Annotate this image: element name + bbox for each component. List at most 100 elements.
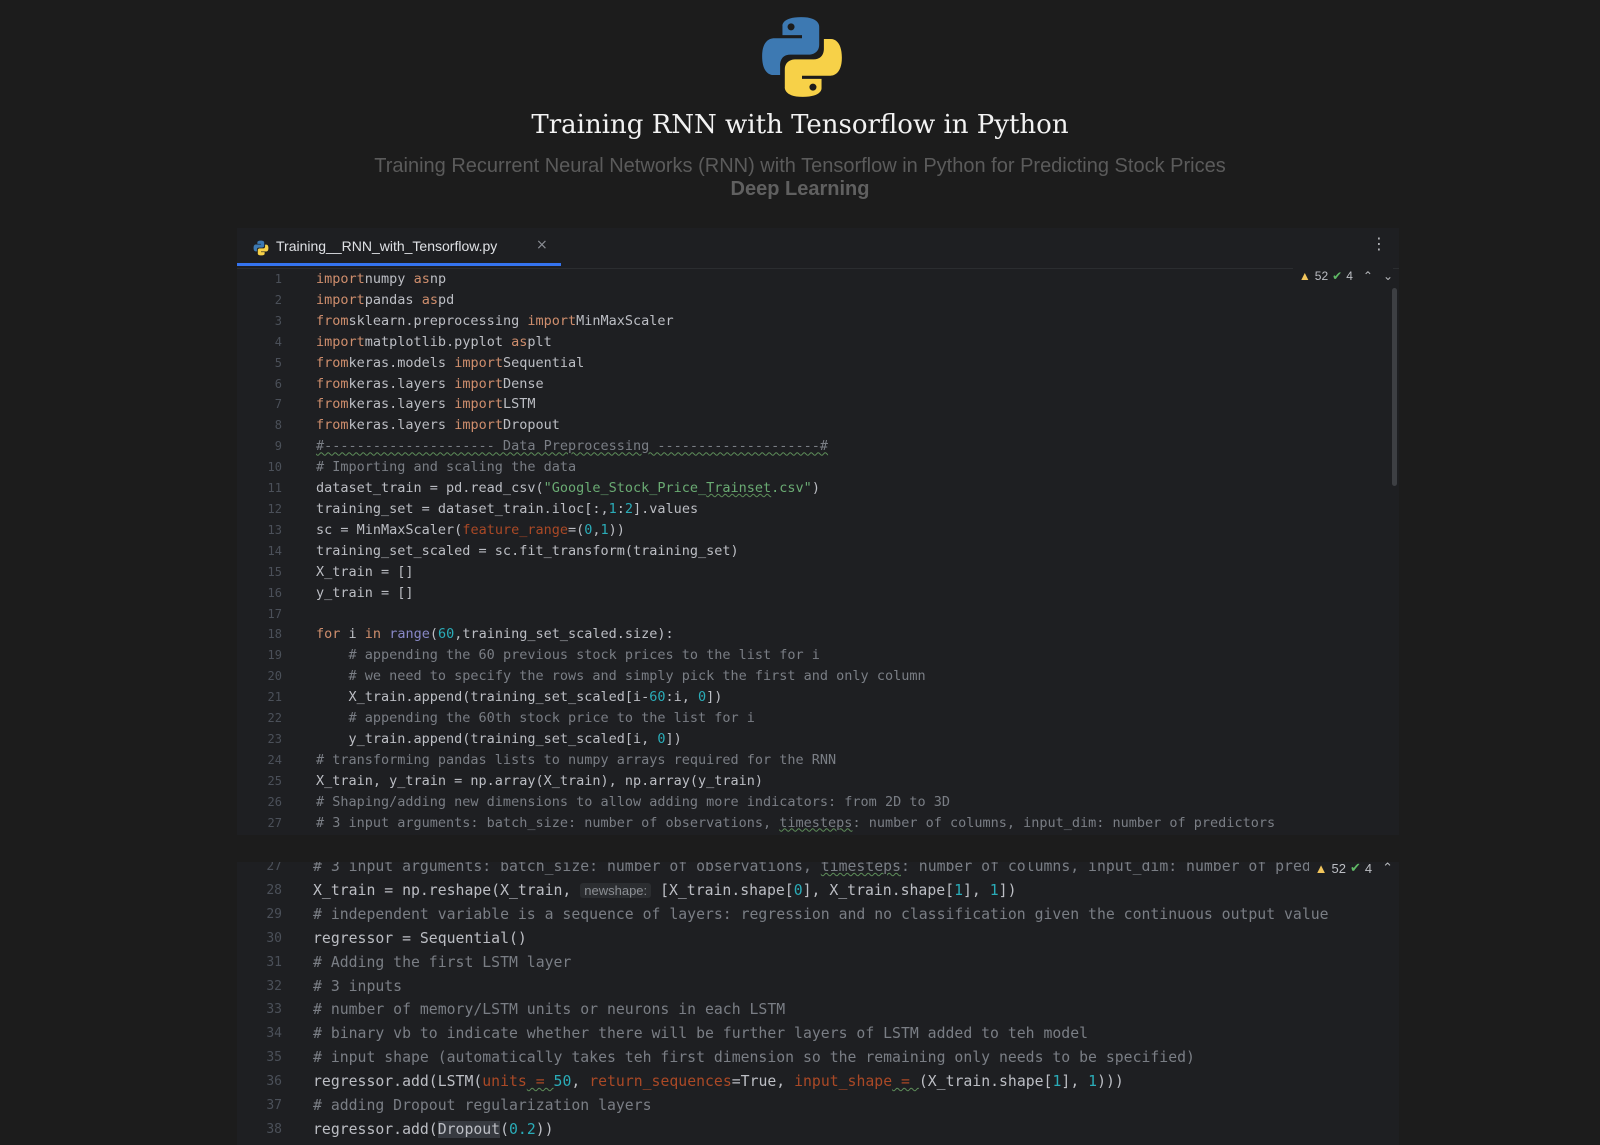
code-line[interactable]: importnumpy asnp xyxy=(316,269,1376,290)
close-icon[interactable]: × xyxy=(536,237,548,253)
code-token: 0.2 xyxy=(509,1120,536,1138)
code-line[interactable]: # independent variable is a sequence of … xyxy=(313,903,1353,927)
line-number: 3 xyxy=(274,313,282,328)
inspection-widget[interactable]: ▲ 52 ✔ 4 ⌃ ⌄ xyxy=(1292,266,1393,286)
code-token: X_train.append(training_set_scaled[i- xyxy=(316,689,650,706)
code-line[interactable]: # Adding the first LSTM layer xyxy=(313,951,1353,975)
line-number: 12 xyxy=(267,501,282,516)
code-line[interactable]: # 3 input arguments: batch_size: number … xyxy=(316,813,1376,834)
code-token: ]) xyxy=(665,730,682,747)
code-line[interactable]: # Shaping/adding new dimensions to allow… xyxy=(316,792,1376,813)
editor-tab-bar: Training__RNN_with_Tensorflow.py × ⋮ xyxy=(237,228,1399,269)
code-line[interactable]: X_train.append(training_set_scaled[i-60:… xyxy=(316,687,1376,708)
code-token: Sequential xyxy=(502,354,585,371)
code-token: , xyxy=(600,500,609,517)
line-number: 32 xyxy=(266,978,282,994)
code-area[interactable]: # 3 input arguments: batch_size: number … xyxy=(313,862,1353,1142)
code-line[interactable]: # we need to specify the rows and simply… xyxy=(316,666,1376,687)
line-number: 27 xyxy=(266,862,282,874)
inspection-widget[interactable]: ▲ 52 ✔ 4 ⌃ xyxy=(1308,862,1393,880)
code-line[interactable]: # appending the 60th stock price to the … xyxy=(316,708,1376,729)
code-token: import xyxy=(454,375,503,392)
code-line[interactable]: importpandas aspd xyxy=(316,290,1376,311)
code-token: matplotlib.pyplot xyxy=(364,333,512,350)
more-options-icon[interactable]: ⋮ xyxy=(1371,236,1387,252)
code-line[interactable]: training_set = dataset_train.iloc[:,1:2]… xyxy=(316,499,1376,520)
vertical-scrollbar[interactable] xyxy=(1392,288,1397,486)
code-line[interactable]: fromkeras.models importSequential xyxy=(316,353,1376,374)
code-token: from xyxy=(316,354,349,371)
code-token: X_train = [] xyxy=(316,563,414,580)
code-line[interactable]: X_train, y_train = np.array(X_train), np… xyxy=(316,771,1376,792)
code-line[interactable]: fromkeras.layers importDropout xyxy=(316,415,1376,436)
code-line[interactable]: regressor.add(Dropout(0.2)) xyxy=(313,1118,1353,1142)
code-token: ], xyxy=(963,881,990,899)
chevron-up-icon[interactable]: ⌃ xyxy=(1382,862,1393,876)
warning-count: 52 xyxy=(1314,269,1329,283)
line-number: 25 xyxy=(267,773,282,788)
code-line[interactable]: fromkeras.layers importDense xyxy=(316,374,1376,395)
code-token: :i, xyxy=(665,689,699,706)
code-line[interactable]: # appending the 60 previous stock prices… xyxy=(316,645,1376,666)
code-editor-panel-2: 27 28 29 30 31 32 33 34 35 36 37 38 # 3 input argum… xyxy=(237,862,1399,1145)
code-line[interactable]: y_train.append(training_set_scaled[i, 0]… xyxy=(316,729,1376,750)
code-line[interactable]: # input shape (automatically takes teh f… xyxy=(313,1046,1353,1070)
code-token: import xyxy=(316,291,365,308)
warning-count: 52 xyxy=(1331,862,1346,876)
code-line[interactable]: fromsklearn.preprocessing importMinMaxSc… xyxy=(316,311,1376,332)
line-number: 30 xyxy=(266,930,282,946)
code-line[interactable]: dataset_train = pd.read_csv("Google_Stoc… xyxy=(316,478,1376,499)
tab-training-rnn-file[interactable]: Training__RNN_with_Tensorflow.py × xyxy=(237,228,561,266)
code-token: pandas xyxy=(364,291,422,308)
code-line[interactable]: # number of memory/LSTM units or neurons… xyxy=(313,998,1353,1022)
line-number: 16 xyxy=(267,585,282,600)
code-line[interactable]: # binary vb to indicate whether there wi… xyxy=(313,1022,1353,1046)
code-token: 1 xyxy=(989,881,999,899)
code-token: sklearn.preprocessing xyxy=(348,312,528,329)
line-number: 22 xyxy=(267,711,282,726)
page-header: Training RNN with Tensorflow in Python T… xyxy=(0,0,1600,220)
code-token: # appending the 60 previous stock prices… xyxy=(348,647,820,664)
code-token: sc = MinMaxScaler( xyxy=(316,521,463,538)
code-line[interactable]: # adding Dropout regularization layers xyxy=(313,1094,1353,1118)
code-line[interactable]: sc = MinMaxScaler(feature_range=(0,1)) xyxy=(316,520,1376,541)
code-token: dataset_train = pd.read_csv( xyxy=(316,480,544,497)
line-number: 15 xyxy=(267,564,282,579)
code-token: timesteps xyxy=(779,814,853,831)
code-line[interactable]: regressor.add(LSTM(units = 50, return_se… xyxy=(313,1070,1353,1094)
code-line[interactable]: fromkeras.layers importLSTM xyxy=(316,394,1376,415)
code-token: import xyxy=(454,396,503,413)
code-line[interactable]: training_set_scaled = sc.fit_transform(t… xyxy=(316,541,1376,562)
code-line[interactable]: importmatplotlib.pyplot asplt xyxy=(316,332,1376,353)
code-token: 1 xyxy=(608,500,617,517)
code-token: import xyxy=(316,271,365,287)
code-line[interactable]: y_train = [] xyxy=(316,583,1376,604)
python-file-icon xyxy=(253,240,269,256)
code-token: range xyxy=(389,626,430,643)
chevron-up-icon[interactable]: ⌃ xyxy=(1363,269,1373,283)
line-number: 26 xyxy=(267,794,282,809)
code-line[interactable]: regressor = Sequential() xyxy=(313,927,1353,951)
line-number: 7 xyxy=(274,397,282,412)
code-token: for xyxy=(316,626,341,643)
code-token: Dropout xyxy=(502,417,560,434)
code-line[interactable]: for i in range(60,training_set_scaled.si… xyxy=(316,624,1376,645)
code-line[interactable]: # 3 inputs xyxy=(313,975,1353,999)
code-line[interactable] xyxy=(316,604,1376,625)
code-token: # independent variable is a sequence of … xyxy=(313,905,1329,923)
code-line[interactable]: X_train = [] xyxy=(316,562,1376,583)
code-line[interactable]: # Importing and scaling the data xyxy=(316,457,1376,478)
line-number: 6 xyxy=(274,376,282,391)
code-line[interactable]: # 3 input arguments: batch_size: number … xyxy=(313,862,1353,879)
code-line[interactable]: X_train = np.reshape(X_train, newshape: … xyxy=(313,879,1353,903)
code-line[interactable]: # transforming pandas lists to numpy arr… xyxy=(316,750,1376,771)
line-number: 11 xyxy=(267,481,282,496)
line-number: 19 xyxy=(267,648,282,663)
code-token: keras.models xyxy=(348,354,455,371)
code-token: numpy xyxy=(364,271,414,287)
code-token: plt xyxy=(527,333,552,350)
code-token: =( xyxy=(567,521,585,538)
code-line[interactable]: #--------------------- Data Preprocessin… xyxy=(316,436,1376,457)
code-area[interactable]: importnumpy asnp importpandas aspd fromskl… xyxy=(316,269,1376,833)
chevron-down-icon[interactable]: ⌄ xyxy=(1383,269,1393,283)
